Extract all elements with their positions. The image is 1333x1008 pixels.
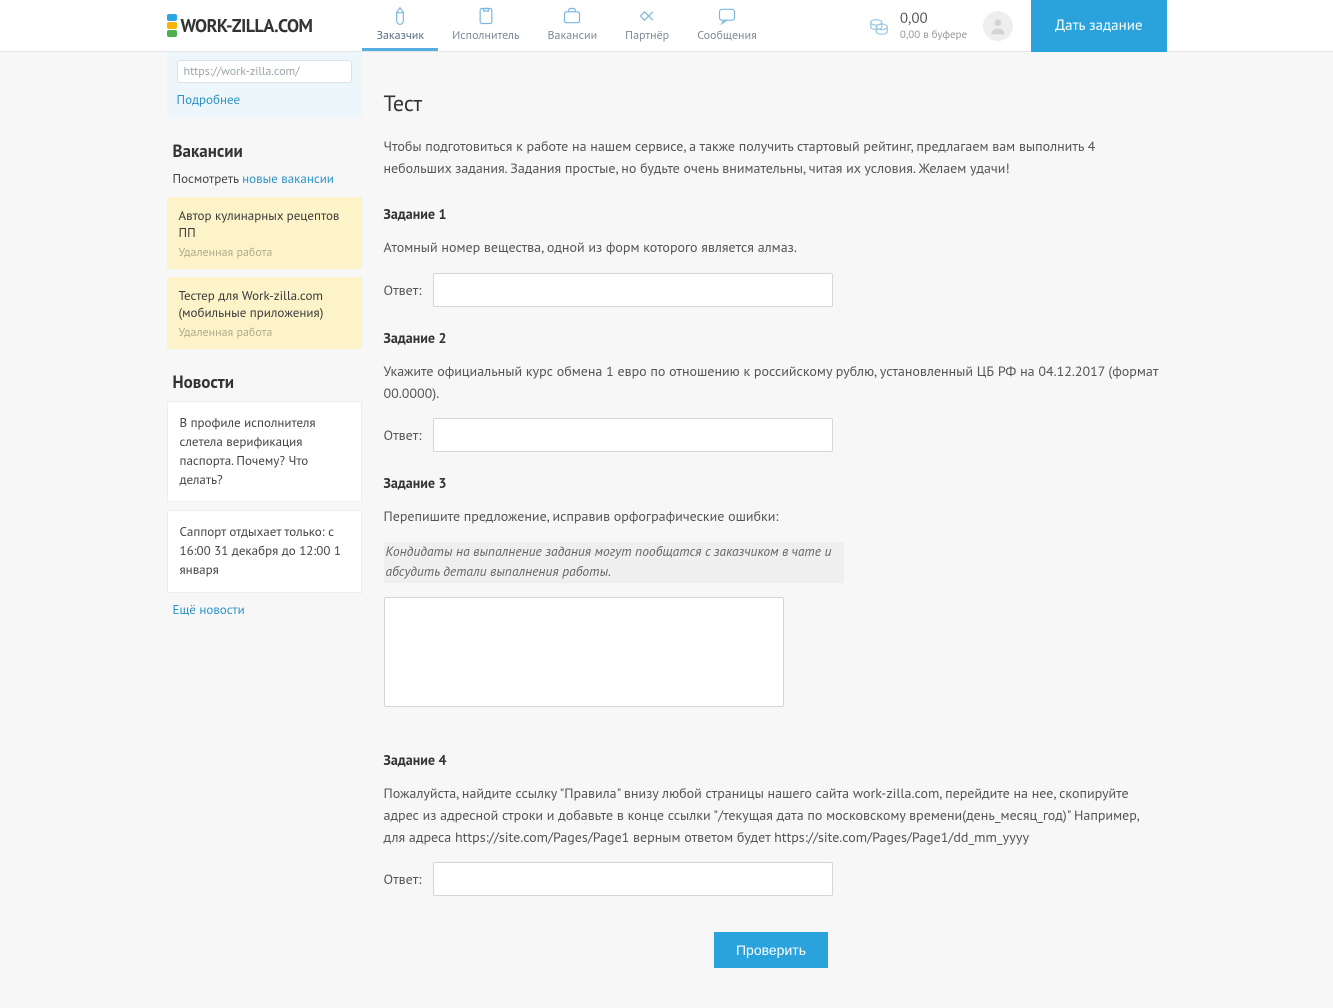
create-task-button[interactable]: Дать задание bbox=[1031, 0, 1166, 52]
vacancies-heading: Вакансии bbox=[173, 140, 362, 162]
nav-vacancies[interactable]: Вакансии bbox=[534, 0, 612, 51]
logo[interactable]: WORK-ZILLA.COM bbox=[167, 14, 313, 37]
task-3-title: Задание 3 bbox=[384, 474, 1159, 492]
vacancies-see: Посмотреть новые вакансии bbox=[173, 170, 362, 187]
main-nav: Заказчик Исполнитель Вакансии Партнёр Со… bbox=[362, 0, 770, 51]
coins-icon bbox=[868, 15, 890, 37]
chat-icon bbox=[715, 6, 739, 26]
news-item[interactable]: Саппорт отдыхает только: с 16:00 31 дека… bbox=[167, 510, 362, 593]
nav-partner[interactable]: Партнёр bbox=[611, 0, 683, 51]
balance-sub: 0,00 в буфере bbox=[900, 28, 967, 42]
task-3-quote: Кондидаты на выпалнение задания могут по… bbox=[384, 542, 844, 583]
answer-label: Ответ: bbox=[384, 281, 422, 299]
nav-customer[interactable]: Заказчик bbox=[362, 0, 438, 51]
vacancy-card[interactable]: Автор кулинарных рецептов ПП Удаленная р… bbox=[167, 197, 362, 269]
answer-label: Ответ: bbox=[384, 870, 422, 888]
briefcase-icon bbox=[560, 6, 584, 26]
task-2-answer-input[interactable] bbox=[433, 418, 833, 452]
intro-text: Чтобы подготовиться к работе на нашем се… bbox=[384, 136, 1159, 179]
topbar: WORK-ZILLA.COM Заказчик Исполнитель Вака… bbox=[0, 0, 1333, 52]
task-4-question: Пожалуйста, найдите ссылку "Правила" вни… bbox=[384, 783, 1159, 848]
vacancy-card[interactable]: Тестер для Work-zilla.com (мобильные при… bbox=[167, 277, 362, 349]
main-content: Тест Чтобы подготовиться к работе на наш… bbox=[362, 52, 1167, 1008]
task-1-title: Задание 1 bbox=[384, 205, 1159, 223]
balance[interactable]: 0,00 0,00 в буфере bbox=[868, 9, 967, 42]
more-link[interactable]: Подробнее bbox=[177, 91, 352, 108]
handshake-icon bbox=[635, 6, 659, 26]
promo-box: https://work-zilla.com/ Подробнее bbox=[167, 52, 362, 118]
avatar[interactable] bbox=[983, 11, 1013, 41]
task-3-question: Перепишите предложение, исправив орфогра… bbox=[384, 506, 1159, 528]
clipboard-icon bbox=[474, 6, 498, 26]
balance-amount: 0,00 bbox=[900, 9, 967, 28]
more-news-link[interactable]: Ещё новости bbox=[173, 601, 362, 618]
task-2-title: Задание 2 bbox=[384, 329, 1159, 347]
user-icon bbox=[988, 16, 1008, 36]
nav-performer[interactable]: Исполнитель bbox=[438, 0, 533, 51]
news-heading: Новости bbox=[173, 371, 362, 393]
sidebar: https://work-zilla.com/ Подробнее Ваканс… bbox=[167, 52, 362, 1008]
task-3-answer-textarea[interactable] bbox=[384, 597, 784, 707]
answer-label: Ответ: bbox=[384, 426, 422, 444]
promo-url: https://work-zilla.com/ bbox=[177, 60, 352, 83]
logo-text: WORK-ZILLA.COM bbox=[181, 14, 313, 37]
check-button[interactable]: Проверить bbox=[714, 932, 828, 968]
news-item[interactable]: В профиле исполнителя слетела верификаци… bbox=[167, 401, 362, 502]
task-1-answer-input[interactable] bbox=[433, 273, 833, 307]
page-title: Тест bbox=[384, 90, 1159, 118]
new-vacancies-link[interactable]: новые вакансии bbox=[242, 170, 334, 187]
nav-messages[interactable]: Сообщения bbox=[683, 0, 771, 51]
task-4-answer-input[interactable] bbox=[433, 862, 833, 896]
task-2-question: Укажите официальный курс обмена 1 евро п… bbox=[384, 361, 1159, 404]
logo-icon bbox=[167, 14, 177, 37]
task-1-question: Атомный номер вещества, одной из форм ко… bbox=[384, 237, 1159, 259]
tag-icon bbox=[388, 6, 412, 26]
task-4-title: Задание 4 bbox=[384, 751, 1159, 769]
